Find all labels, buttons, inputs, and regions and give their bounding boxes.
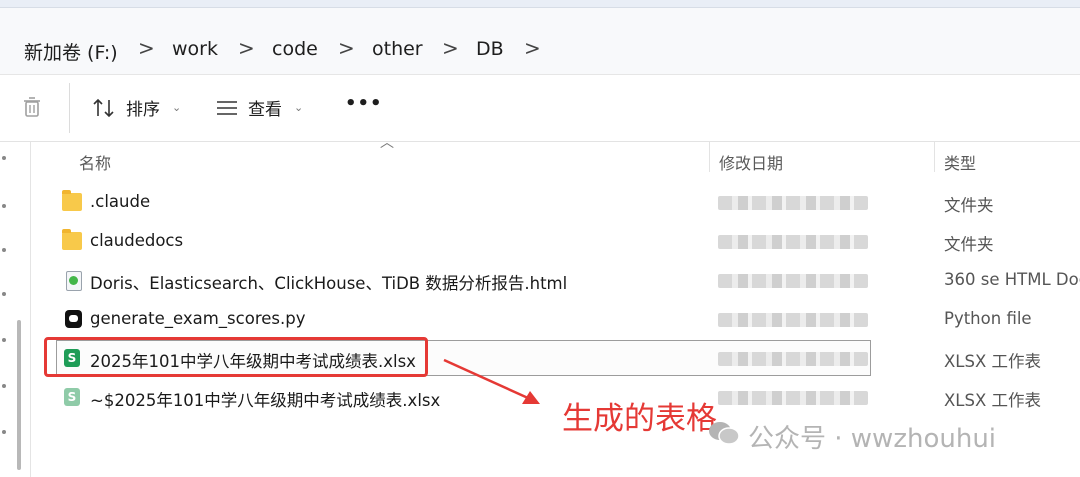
watermark-text: 公众号 · wwzhouhui xyxy=(748,424,997,454)
wechat-icon xyxy=(709,422,740,445)
annotation-label: 生成的表格 xyxy=(562,401,717,437)
annotation-arrow xyxy=(443,358,540,404)
